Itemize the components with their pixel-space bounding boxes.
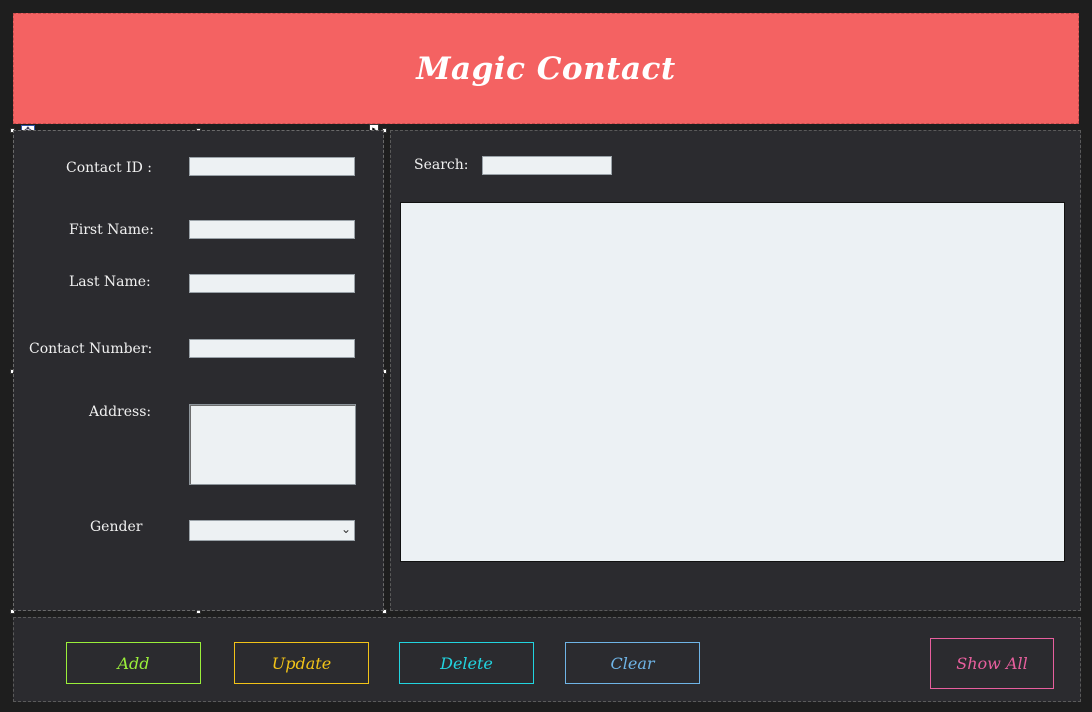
update-button[interactable]: Update (234, 642, 369, 684)
gender-select[interactable]: ⌄ (189, 520, 355, 541)
search-label: Search: (414, 157, 469, 173)
clear-button[interactable]: Clear (565, 642, 700, 684)
first-name-field[interactable] (189, 220, 355, 239)
app-header: Magic Contact (13, 13, 1079, 124)
gender-label: Gender (90, 519, 143, 535)
contact-number-label: Contact Number: (29, 341, 153, 357)
add-button[interactable]: Add (66, 642, 201, 684)
last-name-field[interactable] (189, 274, 355, 293)
app-title: Magic Contact (416, 50, 676, 87)
show-all-button[interactable]: Show All (930, 638, 1054, 689)
last-name-label: Last Name: (69, 274, 151, 290)
contact-id-field[interactable] (189, 157, 355, 176)
first-name-label: First Name: (69, 222, 155, 238)
contacts-data-grid[interactable] (400, 202, 1065, 562)
contact-id-label: Contact ID : (66, 160, 152, 176)
address-field[interactable] (189, 404, 356, 485)
contact-number-field[interactable] (189, 339, 355, 358)
search-input[interactable] (482, 156, 612, 175)
address-label: Address: (89, 404, 152, 420)
chevron-down-icon[interactable]: ⌄ (341, 522, 351, 536)
delete-button[interactable]: Delete (399, 642, 534, 684)
